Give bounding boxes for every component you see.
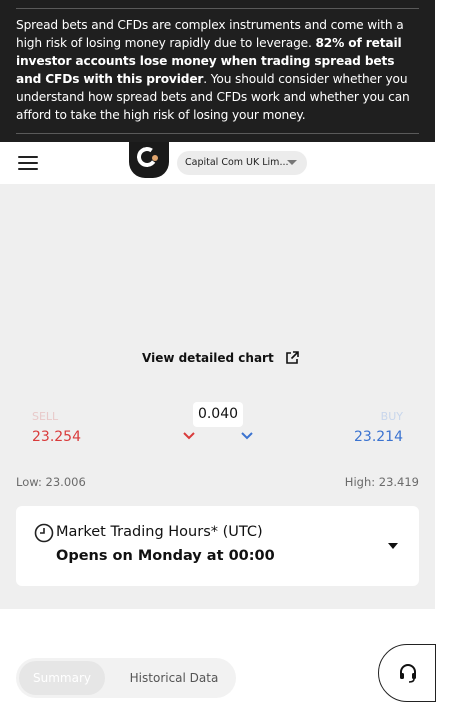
entity-selector-label: Capital Com UK Lim... [185, 157, 289, 168]
headset-support-icon [400, 664, 416, 683]
buy-price[interactable]: 23.214 [354, 429, 403, 445]
chevron-down-red-icon [183, 432, 195, 440]
tab-summary[interactable]: Summary [19, 661, 105, 695]
trading-hours-card[interactable]: Market Trading Hours* (UTC) Opens on Mon… [16, 506, 419, 586]
risk-warning-text: Spread bets and CFDs are complex instrum… [16, 16, 418, 124]
buy-label: BUY [380, 410, 403, 423]
external-link-icon [285, 351, 299, 364]
view-detailed-chart-label: View detailed chart [142, 351, 274, 365]
capital-com-logo-icon[interactable] [129, 142, 169, 178]
tab-bar: Summary Historical Data [16, 658, 236, 698]
caret-down-icon [287, 160, 297, 165]
hamburger-menu-icon[interactable] [18, 156, 38, 170]
divider [16, 133, 419, 134]
view-detailed-chart-link[interactable]: View detailed chart [142, 348, 300, 368]
clock-icon [34, 523, 54, 543]
spread-value: 0.040 [193, 402, 243, 427]
chevron-down-blue-icon [241, 432, 253, 440]
tab-historical-data[interactable]: Historical Data [116, 661, 232, 695]
support-button[interactable] [378, 644, 436, 702]
trading-hours-title: Market Trading Hours* (UTC) [56, 524, 263, 540]
trading-hours-status: Opens on Monday at 00:00 [56, 548, 275, 564]
caret-down-icon[interactable] [388, 543, 398, 549]
page: Spread bets and CFDs are complex instrum… [0, 0, 450, 717]
sell-price[interactable]: 23.254 [32, 429, 81, 445]
header: Capital Com UK Lim... [0, 142, 435, 184]
risk-warning-banner: Spread bets and CFDs are complex instrum… [0, 0, 435, 142]
market-panel: View detailed chart SELL 23.254 0.040 BU… [0, 184, 435, 609]
high-price: High: 23.419 [344, 475, 419, 489]
low-price: Low: 23.006 [16, 475, 86, 489]
divider [16, 8, 419, 9]
sell-label: SELL [32, 410, 59, 423]
entity-selector[interactable]: Capital Com UK Lim... [177, 151, 307, 175]
